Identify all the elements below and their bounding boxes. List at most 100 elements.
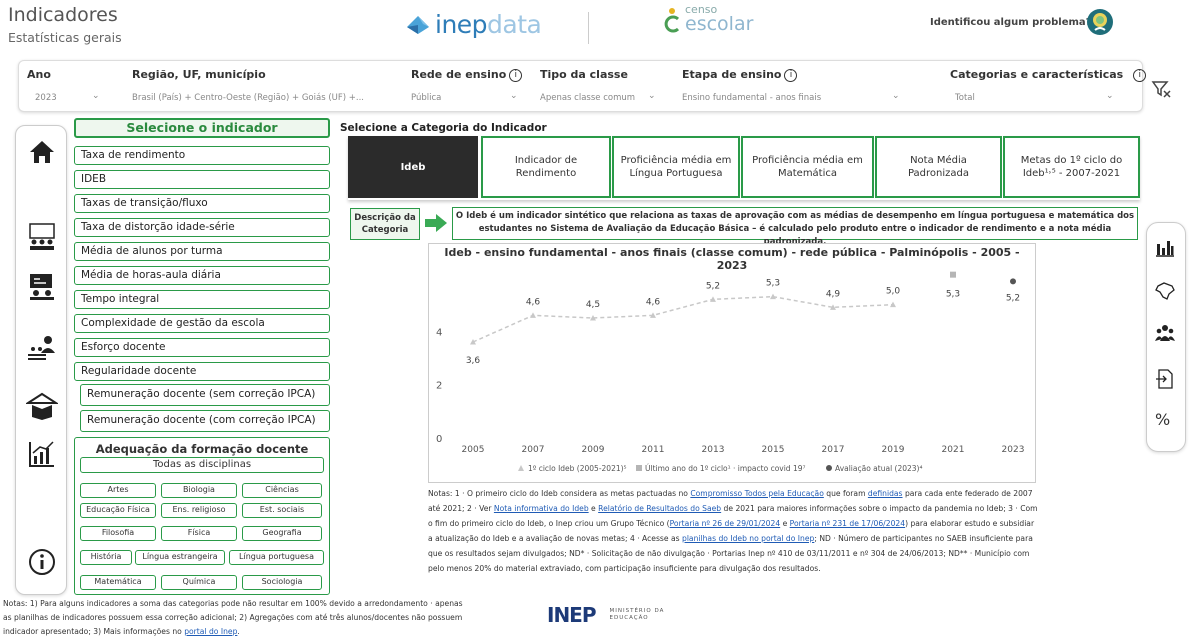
ideb-line-chart: 0 2 4 2005 2007 2009 2011 2013 2015 2017 2019 2021 2… [436, 271, 1025, 473]
info-icon[interactable]: i [784, 69, 798, 82]
indicator-item[interactable]: Remuneração docente (com correção IPCA) [80, 410, 330, 432]
indicator-item[interactable]: Complexidade de gestão da escola [74, 314, 330, 333]
subject-button[interactable]: Língua portuguesa [229, 550, 324, 565]
filter-year-chevron-down-icon[interactable]: ⌄ [92, 91, 100, 101]
subject-button[interactable]: Geografia [242, 526, 322, 541]
subject-button[interactable]: Educação Física [80, 503, 156, 518]
subject-button[interactable]: Física [161, 526, 237, 541]
indicator-item[interactable]: IDEB [74, 170, 330, 189]
school-board-icon[interactable] [26, 271, 58, 303]
notes-link[interactable]: Relatório de Resultados do Saeb [598, 504, 721, 513]
subject-all-button[interactable]: Todas as disciplinas [80, 457, 324, 473]
data-point [530, 312, 536, 318]
filter-year-value[interactable]: 2023 [35, 93, 57, 103]
data-label: 5,2 [1006, 293, 1020, 303]
subject-button[interactable]: Est. sociais [242, 503, 322, 518]
help-assistant-icon[interactable] [1086, 8, 1114, 36]
info-icon[interactable]: i [1133, 69, 1147, 82]
page-title: Indicadores [8, 4, 118, 26]
subject-button[interactable]: Filosofia [80, 526, 156, 541]
tab-rendimento[interactable]: Indicador de Rendimento [481, 136, 611, 198]
notes-link[interactable]: definidas [868, 489, 903, 498]
notes-link[interactable]: planilhas do Ideb no portal do Inep [682, 534, 814, 543]
indicator-item[interactable]: Tempo integral [74, 290, 330, 309]
arrow-right-icon [425, 214, 447, 232]
indicator-item[interactable]: Média de horas-aula diária [74, 266, 330, 285]
x-tick-label: 2019 [882, 445, 905, 455]
analytics-chart-icon[interactable] [26, 438, 58, 470]
home-icon[interactable] [26, 136, 58, 168]
percent-icon[interactable]: % [1155, 410, 1170, 429]
subject-button[interactable]: Ciências [242, 483, 322, 498]
tab-metas[interactable]: Metas do 1º ciclo do Ideb¹˒⁵ - 2007-2021 [1003, 136, 1140, 198]
footer-portal-link[interactable]: portal do Inep [184, 627, 237, 636]
subject-button[interactable]: Ens. religioso [161, 503, 237, 518]
indicator-item[interactable]: Média de alunos por turma [74, 242, 330, 261]
x-tick-label: 2011 [642, 445, 665, 455]
data-label: 4,6 [526, 297, 541, 307]
x-tick-label: 2023 [1002, 445, 1025, 455]
map-brazil-icon[interactable] [1154, 280, 1176, 302]
data-label: 5,3 [766, 279, 780, 289]
filter-network-chevron-down-icon[interactable]: ⌄ [510, 91, 518, 101]
notes-link[interactable]: Compromisso Todos pela Educação [690, 489, 823, 498]
filter-categories-value[interactable]: Total [955, 93, 975, 103]
people-group-icon[interactable] [1154, 322, 1176, 344]
filter-stage-chevron-down-icon[interactable]: ⌄ [892, 91, 900, 101]
data-label: 4,6 [646, 297, 661, 307]
report-problem-link[interactable]: Identificou algum problema? [930, 17, 1091, 28]
subject-button[interactable]: Artes [80, 483, 156, 498]
footer-tail: . [237, 627, 240, 636]
indicator-item[interactable]: Taxas de transição/fluxo [74, 194, 330, 213]
institution-icon[interactable] [26, 391, 58, 423]
filter-class-type-value[interactable]: Apenas classe comum [540, 93, 635, 103]
censo-escolar-logo: censo escolar [662, 4, 754, 35]
filter-categories-chevron-down-icon[interactable]: ⌄ [1106, 91, 1114, 101]
data-point [890, 301, 896, 308]
filter-stage-value[interactable]: Ensino fundamental - anos finais [682, 93, 821, 103]
subject-button[interactable]: Biologia [161, 483, 237, 498]
notes-link[interactable]: Portaria nº 26 de 29/01/2024 [670, 519, 781, 528]
subject-button[interactable]: Sociologia [242, 575, 322, 590]
filter-class-type-chevron-down-icon[interactable]: ⌄ [648, 91, 656, 101]
indicator-item[interactable]: Taxa de rendimento [74, 146, 330, 165]
category-title: Selecione a Categoria do Indicador [340, 122, 547, 134]
tab-ideb[interactable]: Ideb [348, 136, 478, 198]
filter-network-label-text: Rede de ensino [411, 68, 507, 81]
inepdata-logo: inepdata [405, 10, 542, 39]
filter-region-value[interactable]: Brasil (País) + Centro-Oeste (Região) + … [132, 93, 364, 103]
tab-nota-media[interactable]: Nota Média Padronizada [875, 136, 1002, 198]
legend-marker [826, 465, 832, 471]
clear-filters-icon[interactable] [1150, 78, 1172, 100]
indicator-item[interactable]: Regularidade docente [74, 362, 330, 381]
notes-link[interactable]: Nota informativa do Ideb [494, 504, 589, 513]
subject-button[interactable]: Química [161, 575, 237, 590]
filter-year-label: Ano [27, 68, 51, 81]
filter-categories-label: Categorias e características i [950, 68, 1147, 82]
filter-network-value[interactable]: Pública [411, 93, 441, 103]
subject-button[interactable]: História [80, 550, 132, 565]
teachers-icon[interactable] [26, 331, 58, 363]
export-file-icon[interactable] [1154, 368, 1176, 390]
indicator-item[interactable]: Esforço docente [74, 338, 330, 357]
select-indicator-header: Selecione o indicador [74, 118, 330, 138]
filter-stage-label: Etapa de ensino i [682, 68, 798, 82]
data-label: 3,6 [466, 356, 481, 366]
indicator-item[interactable]: Taxa de distorção idade-série [74, 218, 330, 237]
censo-big-text: escolar [685, 13, 754, 35]
inepdata-brand-b: data [487, 10, 542, 39]
notes-text: Notas: 1 · O primeiro ciclo do Ideb cons… [428, 489, 691, 498]
bar-chart-icon[interactable] [1154, 236, 1176, 258]
filter-class-type-label: Tipo da classe [540, 68, 628, 81]
classroom-icon[interactable] [26, 221, 58, 253]
x-tick-label: 2017 [822, 445, 845, 455]
subject-button[interactable]: Língua estrangeira [135, 550, 225, 565]
info-circle-icon[interactable] [26, 546, 58, 578]
subject-button[interactable]: Matemática [80, 575, 156, 590]
tab-proficiencia-mat[interactable]: Proficiência média em Matemática [741, 136, 874, 198]
indicator-item[interactable]: Remuneração docente (sem correção IPCA) [80, 384, 330, 406]
notes-link[interactable]: Portaria nº 231 de 17/06/2024 [790, 519, 905, 528]
data-point [950, 271, 956, 278]
info-icon[interactable]: i [509, 69, 523, 82]
tab-proficiencia-lp[interactable]: Proficiência média em Língua Portuguesa [612, 136, 740, 198]
